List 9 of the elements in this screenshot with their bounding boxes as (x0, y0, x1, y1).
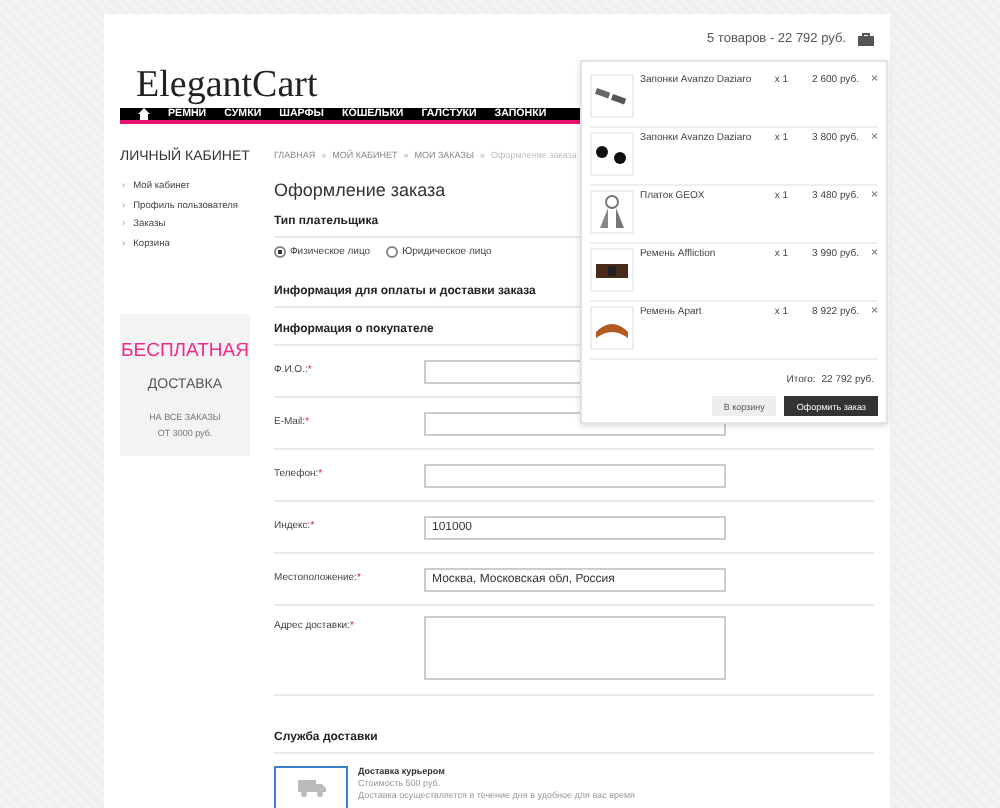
input-field[interactable] (424, 464, 726, 488)
promo-headline: БЕСПЛАТНАЯ (121, 340, 249, 362)
logo[interactable]: ElegantCart (136, 64, 318, 108)
truck-icon (297, 778, 325, 798)
shopping-bag-icon[interactable] (858, 32, 874, 46)
home-icon[interactable] (138, 108, 150, 120)
page-title: Оформление заказа (274, 180, 446, 200)
address-field[interactable] (424, 616, 726, 680)
delivery-option-card[interactable] (274, 766, 348, 808)
